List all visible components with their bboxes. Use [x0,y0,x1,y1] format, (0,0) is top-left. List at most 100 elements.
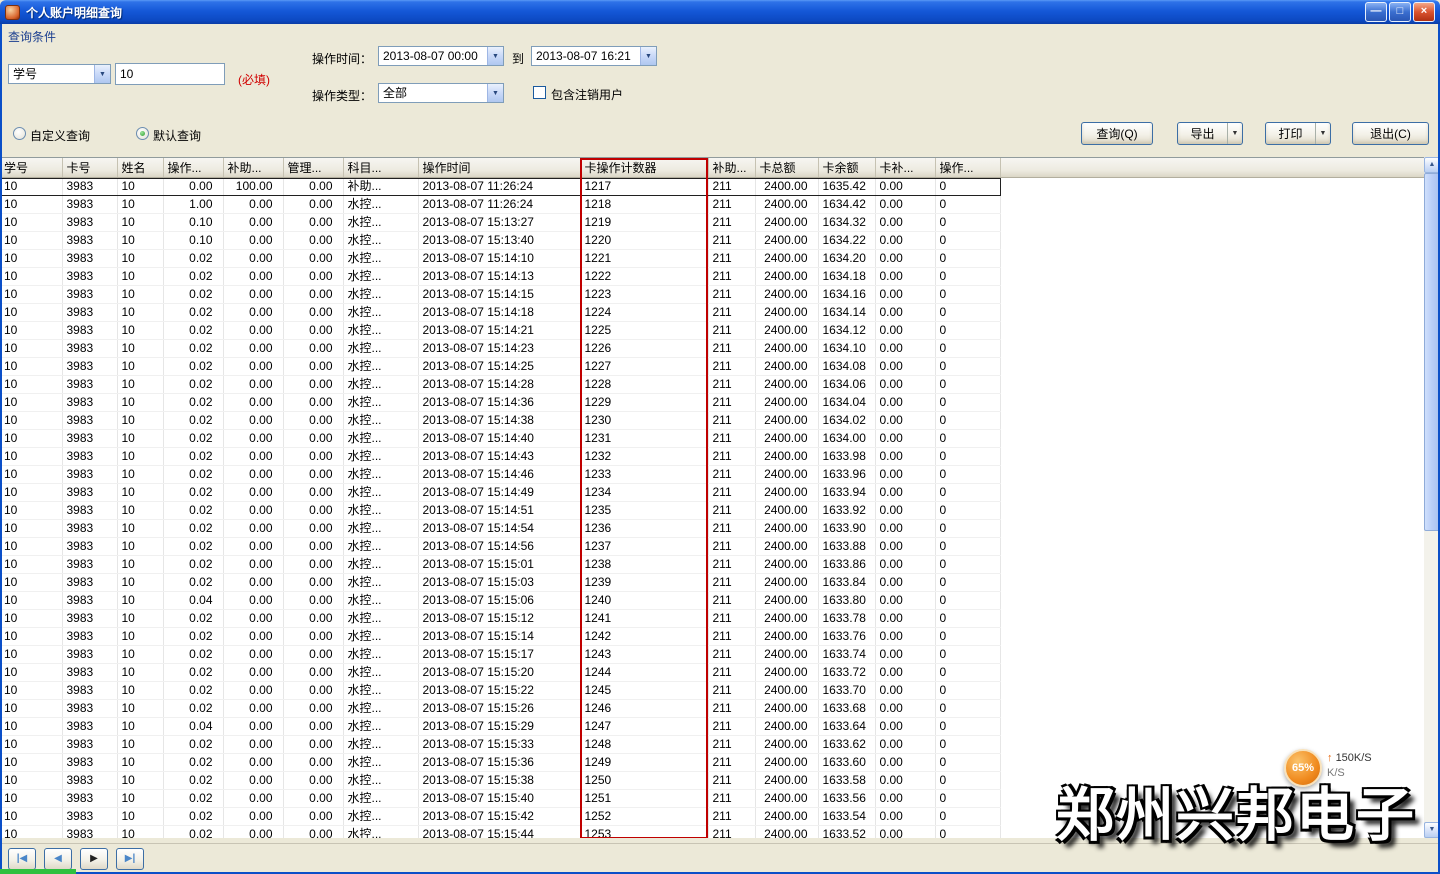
prev-page-button[interactable]: ◀ [44,848,72,870]
table-cell: 0 [935,519,1000,537]
table-cell: 10 [117,663,163,681]
field-type-select[interactable]: 学号 ▼ [8,64,111,84]
chevron-down-icon[interactable]: ▼ [94,65,110,83]
table-cell: 0 [935,807,1000,825]
table-row[interactable]: 103983100.020.000.00水控...2013-08-07 15:1… [0,267,1424,285]
table-cell: 1246 [580,699,708,717]
table-row[interactable]: 103983100.00100.000.00补助...2013-08-07 11… [0,177,1424,195]
table-row[interactable]: 103983100.020.000.00水控...2013-08-07 15:1… [0,519,1424,537]
table-row[interactable]: 103983100.020.000.00水控...2013-08-07 15:1… [0,321,1424,339]
column-header[interactable]: 操作时间 [418,158,580,177]
table-cell: 10 [0,627,62,645]
chevron-down-icon[interactable]: ▼ [487,84,503,102]
table-cell: 0.02 [163,303,223,321]
first-page-button[interactable]: |◀ [8,848,36,870]
column-header[interactable]: 操作... [935,158,1000,177]
next-page-button[interactable]: ▶ [80,848,108,870]
title-bar[interactable]: 个人账户明细查询 — □ × [0,0,1440,24]
maximize-button[interactable]: □ [1389,2,1411,22]
table-row[interactable]: 103983100.020.000.00水控...2013-08-07 15:1… [0,645,1424,663]
table-row[interactable]: 103983100.020.000.00水控...2013-08-07 15:1… [0,393,1424,411]
table-row[interactable]: 103983100.020.000.00水控...2013-08-07 15:1… [0,699,1424,717]
column-header[interactable]: 操作... [163,158,223,177]
table-cell: 10 [0,825,62,838]
column-header[interactable]: 管理... [283,158,343,177]
column-header[interactable]: 卡号 [62,158,117,177]
table-row[interactable]: 103983100.020.000.00水控...2013-08-07 15:1… [0,753,1424,771]
table-row[interactable]: 103983100.020.000.00水控...2013-08-07 15:1… [0,357,1424,375]
table-row[interactable]: 103983100.020.000.00水控...2013-08-07 15:1… [0,411,1424,429]
table-row[interactable]: 103983100.040.000.00水控...2013-08-07 15:1… [0,591,1424,609]
time-from-select[interactable]: 2013-08-07 00:00 ▼ [378,46,504,66]
radio-default-label[interactable]: 默认查询 [153,127,201,144]
table-row[interactable]: 103983100.020.000.00水控...2013-08-07 15:1… [0,249,1424,267]
radio-custom-label[interactable]: 自定义查询 [30,127,90,144]
table-cell: 3983 [62,789,117,807]
table-cell: 0 [935,717,1000,735]
table-row[interactable]: 103983100.020.000.00水控...2013-08-07 15:1… [0,375,1424,393]
table-row[interactable]: 103983100.020.000.00水控...2013-08-07 15:1… [0,465,1424,483]
table-cell: 10 [117,591,163,609]
speed-monitor-badge[interactable]: 65% ↑ 150K/S K/S [1284,749,1372,787]
radio-default-query[interactable] [136,127,149,140]
table-row[interactable]: 103983100.020.000.00水控...2013-08-07 15:1… [0,609,1424,627]
table-row[interactable]: 103983100.020.000.00水控...2013-08-07 15:1… [0,429,1424,447]
table-row[interactable]: 103983100.020.000.00水控...2013-08-07 15:1… [0,285,1424,303]
table-row[interactable]: 103983100.020.000.00水控...2013-08-07 15:1… [0,573,1424,591]
table-row[interactable]: 103983100.020.000.00水控...2013-08-07 15:1… [0,681,1424,699]
column-header[interactable]: 补助... [708,158,755,177]
table-cell: 10 [117,645,163,663]
chevron-down-icon[interactable]: ▼ [640,47,656,65]
table-row[interactable]: 103983100.020.000.00水控...2013-08-07 15:1… [0,339,1424,357]
table-cell: 水控... [343,483,418,501]
table-row[interactable]: 103983100.020.000.00水控...2013-08-07 15:1… [0,447,1424,465]
export-dropdown-icon[interactable]: ▼ [1227,123,1242,144]
column-header[interactable]: 学号 [0,158,62,177]
keyword-input[interactable] [115,63,225,85]
column-header[interactable]: 卡余额 [818,158,875,177]
include-cancelled-label[interactable]: 包含注销用户 [551,86,623,103]
column-header[interactable]: 补助... [223,158,283,177]
table-row[interactable]: 103983100.020.000.00水控...2013-08-07 15:1… [0,303,1424,321]
type-select[interactable]: 全部 ▼ [378,83,504,103]
table-row[interactable]: 103983100.020.000.00水控...2013-08-07 15:1… [0,735,1424,753]
export-button[interactable]: 导出 ▼ [1177,122,1243,145]
print-dropdown-icon[interactable]: ▼ [1315,123,1330,144]
print-button[interactable]: 打印 ▼ [1265,122,1331,145]
table-row[interactable]: 103983100.040.000.00水控...2013-08-07 15:1… [0,717,1424,735]
column-header[interactable]: 卡操作计数器 [580,158,708,177]
column-header[interactable]: 科目... [343,158,418,177]
minimize-button[interactable]: — [1365,2,1387,22]
radio-custom-query[interactable] [13,127,26,140]
table-row[interactable]: 103983100.020.000.00水控...2013-08-07 15:1… [0,627,1424,645]
table-row[interactable]: 103983100.100.000.00水控...2013-08-07 15:1… [0,213,1424,231]
chevron-down-icon[interactable]: ▼ [487,47,503,65]
table-cell: 0.00 [875,411,935,429]
table-cell: 2400.00 [755,609,818,627]
column-header[interactable]: 卡补... [875,158,935,177]
table-row[interactable]: 103983100.020.000.00水控...2013-08-07 15:1… [0,555,1424,573]
table-cell: 0 [935,195,1000,213]
exit-button[interactable]: 退出(C) [1352,122,1429,145]
time-to-select[interactable]: 2013-08-07 16:21 ▼ [531,46,657,66]
last-page-button[interactable]: ▶| [116,848,144,870]
table-cell-filler [1000,393,1424,411]
table-row[interactable]: 103983100.020.000.00水控...2013-08-07 15:1… [0,825,1424,838]
table-row[interactable]: 103983100.020.000.00水控...2013-08-07 15:1… [0,501,1424,519]
close-button[interactable]: × [1413,2,1435,22]
table-row[interactable]: 103983100.020.000.00水控...2013-08-07 15:1… [0,483,1424,501]
table-cell: 2013-08-07 15:14:51 [418,501,580,519]
table-row[interactable]: 103983100.020.000.00水控...2013-08-07 15:1… [0,537,1424,555]
table-cell: 211 [708,609,755,627]
table-cell: 10 [117,177,163,195]
table-row[interactable]: 103983100.020.000.00水控...2013-08-07 15:1… [0,789,1424,807]
table-row[interactable]: 103983100.100.000.00水控...2013-08-07 15:1… [0,231,1424,249]
column-header[interactable]: 卡总额 [755,158,818,177]
query-button[interactable]: 查询(Q) [1081,122,1153,145]
table-row[interactable]: 103983100.020.000.00水控...2013-08-07 15:1… [0,771,1424,789]
column-header[interactable]: 姓名 [117,158,163,177]
table-row[interactable]: 103983101.000.000.00水控...2013-08-07 11:2… [0,195,1424,213]
table-row[interactable]: 103983100.020.000.00水控...2013-08-07 15:1… [0,807,1424,825]
table-row[interactable]: 103983100.020.000.00水控...2013-08-07 15:1… [0,663,1424,681]
include-cancelled-checkbox[interactable] [533,86,546,99]
